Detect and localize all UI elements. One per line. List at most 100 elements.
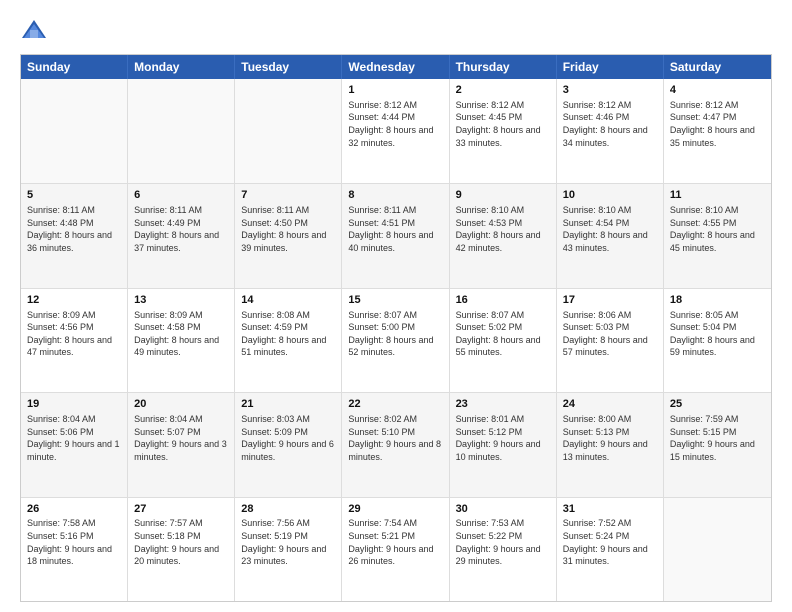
header-day-wednesday: Wednesday bbox=[342, 55, 449, 79]
day-cell-18: 18Sunrise: 8:05 AM Sunset: 5:04 PM Dayli… bbox=[664, 289, 771, 392]
day-detail: Sunrise: 8:09 AM Sunset: 4:56 PM Dayligh… bbox=[27, 309, 121, 359]
day-detail: Sunrise: 8:10 AM Sunset: 4:53 PM Dayligh… bbox=[456, 204, 550, 254]
day-detail: Sunrise: 8:08 AM Sunset: 4:59 PM Dayligh… bbox=[241, 309, 335, 359]
day-number: 10 bbox=[563, 188, 657, 203]
day-number: 1 bbox=[348, 83, 442, 98]
calendar-row-5: 26Sunrise: 7:58 AM Sunset: 5:16 PM Dayli… bbox=[21, 497, 771, 601]
day-cell-31: 31Sunrise: 7:52 AM Sunset: 5:24 PM Dayli… bbox=[557, 498, 664, 601]
calendar-row-3: 12Sunrise: 8:09 AM Sunset: 4:56 PM Dayli… bbox=[21, 288, 771, 392]
day-cell-7: 7Sunrise: 8:11 AM Sunset: 4:50 PM Daylig… bbox=[235, 184, 342, 287]
day-number: 31 bbox=[563, 502, 657, 517]
day-number: 21 bbox=[241, 397, 335, 412]
day-cell-2: 2Sunrise: 8:12 AM Sunset: 4:45 PM Daylig… bbox=[450, 79, 557, 183]
day-number: 3 bbox=[563, 83, 657, 98]
day-number: 19 bbox=[27, 397, 121, 412]
day-detail: Sunrise: 7:53 AM Sunset: 5:22 PM Dayligh… bbox=[456, 517, 550, 567]
day-detail: Sunrise: 8:09 AM Sunset: 4:58 PM Dayligh… bbox=[134, 309, 228, 359]
day-cell-5: 5Sunrise: 8:11 AM Sunset: 4:48 PM Daylig… bbox=[21, 184, 128, 287]
header-day-thursday: Thursday bbox=[450, 55, 557, 79]
day-detail: Sunrise: 8:11 AM Sunset: 4:48 PM Dayligh… bbox=[27, 204, 121, 254]
day-number: 8 bbox=[348, 188, 442, 203]
day-cell-30: 30Sunrise: 7:53 AM Sunset: 5:22 PM Dayli… bbox=[450, 498, 557, 601]
day-cell-19: 19Sunrise: 8:04 AM Sunset: 5:06 PM Dayli… bbox=[21, 393, 128, 496]
day-number: 26 bbox=[27, 502, 121, 517]
day-cell-12: 12Sunrise: 8:09 AM Sunset: 4:56 PM Dayli… bbox=[21, 289, 128, 392]
day-number: 12 bbox=[27, 293, 121, 308]
day-number: 30 bbox=[456, 502, 550, 517]
day-cell-25: 25Sunrise: 7:59 AM Sunset: 5:15 PM Dayli… bbox=[664, 393, 771, 496]
day-detail: Sunrise: 7:52 AM Sunset: 5:24 PM Dayligh… bbox=[563, 517, 657, 567]
day-cell-21: 21Sunrise: 8:03 AM Sunset: 5:09 PM Dayli… bbox=[235, 393, 342, 496]
day-number: 13 bbox=[134, 293, 228, 308]
day-number: 9 bbox=[456, 188, 550, 203]
day-detail: Sunrise: 8:03 AM Sunset: 5:09 PM Dayligh… bbox=[241, 413, 335, 463]
header-day-tuesday: Tuesday bbox=[235, 55, 342, 79]
day-cell-13: 13Sunrise: 8:09 AM Sunset: 4:58 PM Dayli… bbox=[128, 289, 235, 392]
calendar: SundayMondayTuesdayWednesdayThursdayFrid… bbox=[20, 54, 772, 602]
day-cell-14: 14Sunrise: 8:08 AM Sunset: 4:59 PM Dayli… bbox=[235, 289, 342, 392]
day-detail: Sunrise: 7:58 AM Sunset: 5:16 PM Dayligh… bbox=[27, 517, 121, 567]
day-cell-27: 27Sunrise: 7:57 AM Sunset: 5:18 PM Dayli… bbox=[128, 498, 235, 601]
empty-cell bbox=[664, 498, 771, 601]
day-cell-1: 1Sunrise: 8:12 AM Sunset: 4:44 PM Daylig… bbox=[342, 79, 449, 183]
day-detail: Sunrise: 7:54 AM Sunset: 5:21 PM Dayligh… bbox=[348, 517, 442, 567]
day-number: 5 bbox=[27, 188, 121, 203]
day-number: 14 bbox=[241, 293, 335, 308]
header-day-sunday: Sunday bbox=[21, 55, 128, 79]
day-number: 29 bbox=[348, 502, 442, 517]
day-number: 7 bbox=[241, 188, 335, 203]
day-detail: Sunrise: 7:56 AM Sunset: 5:19 PM Dayligh… bbox=[241, 517, 335, 567]
day-detail: Sunrise: 8:10 AM Sunset: 4:55 PM Dayligh… bbox=[670, 204, 765, 254]
day-number: 2 bbox=[456, 83, 550, 98]
day-detail: Sunrise: 8:02 AM Sunset: 5:10 PM Dayligh… bbox=[348, 413, 442, 463]
day-detail: Sunrise: 8:07 AM Sunset: 5:02 PM Dayligh… bbox=[456, 309, 550, 359]
day-detail: Sunrise: 8:12 AM Sunset: 4:46 PM Dayligh… bbox=[563, 99, 657, 149]
empty-cell bbox=[21, 79, 128, 183]
day-number: 15 bbox=[348, 293, 442, 308]
day-detail: Sunrise: 8:06 AM Sunset: 5:03 PM Dayligh… bbox=[563, 309, 657, 359]
day-cell-20: 20Sunrise: 8:04 AM Sunset: 5:07 PM Dayli… bbox=[128, 393, 235, 496]
day-detail: Sunrise: 8:00 AM Sunset: 5:13 PM Dayligh… bbox=[563, 413, 657, 463]
empty-cell bbox=[235, 79, 342, 183]
day-number: 20 bbox=[134, 397, 228, 412]
header-day-friday: Friday bbox=[557, 55, 664, 79]
header bbox=[20, 16, 772, 44]
calendar-row-4: 19Sunrise: 8:04 AM Sunset: 5:06 PM Dayli… bbox=[21, 392, 771, 496]
day-detail: Sunrise: 8:11 AM Sunset: 4:49 PM Dayligh… bbox=[134, 204, 228, 254]
day-number: 6 bbox=[134, 188, 228, 203]
calendar-row-1: 1Sunrise: 8:12 AM Sunset: 4:44 PM Daylig… bbox=[21, 79, 771, 183]
day-number: 17 bbox=[563, 293, 657, 308]
day-number: 25 bbox=[670, 397, 765, 412]
page: SundayMondayTuesdayWednesdayThursdayFrid… bbox=[0, 0, 792, 612]
day-cell-23: 23Sunrise: 8:01 AM Sunset: 5:12 PM Dayli… bbox=[450, 393, 557, 496]
day-number: 4 bbox=[670, 83, 765, 98]
day-cell-17: 17Sunrise: 8:06 AM Sunset: 5:03 PM Dayli… bbox=[557, 289, 664, 392]
day-cell-22: 22Sunrise: 8:02 AM Sunset: 5:10 PM Dayli… bbox=[342, 393, 449, 496]
day-number: 24 bbox=[563, 397, 657, 412]
logo bbox=[20, 16, 52, 44]
day-detail: Sunrise: 8:10 AM Sunset: 4:54 PM Dayligh… bbox=[563, 204, 657, 254]
day-detail: Sunrise: 8:05 AM Sunset: 5:04 PM Dayligh… bbox=[670, 309, 765, 359]
calendar-header: SundayMondayTuesdayWednesdayThursdayFrid… bbox=[21, 55, 771, 79]
day-cell-6: 6Sunrise: 8:11 AM Sunset: 4:49 PM Daylig… bbox=[128, 184, 235, 287]
day-number: 18 bbox=[670, 293, 765, 308]
day-number: 22 bbox=[348, 397, 442, 412]
day-cell-11: 11Sunrise: 8:10 AM Sunset: 4:55 PM Dayli… bbox=[664, 184, 771, 287]
header-day-monday: Monday bbox=[128, 55, 235, 79]
day-detail: Sunrise: 8:01 AM Sunset: 5:12 PM Dayligh… bbox=[456, 413, 550, 463]
day-detail: Sunrise: 8:12 AM Sunset: 4:45 PM Dayligh… bbox=[456, 99, 550, 149]
day-detail: Sunrise: 8:04 AM Sunset: 5:06 PM Dayligh… bbox=[27, 413, 121, 463]
day-detail: Sunrise: 8:11 AM Sunset: 4:51 PM Dayligh… bbox=[348, 204, 442, 254]
calendar-row-2: 5Sunrise: 8:11 AM Sunset: 4:48 PM Daylig… bbox=[21, 183, 771, 287]
day-detail: Sunrise: 8:04 AM Sunset: 5:07 PM Dayligh… bbox=[134, 413, 228, 463]
day-cell-9: 9Sunrise: 8:10 AM Sunset: 4:53 PM Daylig… bbox=[450, 184, 557, 287]
day-cell-29: 29Sunrise: 7:54 AM Sunset: 5:21 PM Dayli… bbox=[342, 498, 449, 601]
day-detail: Sunrise: 8:11 AM Sunset: 4:50 PM Dayligh… bbox=[241, 204, 335, 254]
calendar-body: 1Sunrise: 8:12 AM Sunset: 4:44 PM Daylig… bbox=[21, 79, 771, 601]
day-number: 16 bbox=[456, 293, 550, 308]
day-number: 28 bbox=[241, 502, 335, 517]
day-cell-4: 4Sunrise: 8:12 AM Sunset: 4:47 PM Daylig… bbox=[664, 79, 771, 183]
day-detail: Sunrise: 7:59 AM Sunset: 5:15 PM Dayligh… bbox=[670, 413, 765, 463]
day-cell-10: 10Sunrise: 8:10 AM Sunset: 4:54 PM Dayli… bbox=[557, 184, 664, 287]
logo-icon bbox=[20, 16, 48, 44]
